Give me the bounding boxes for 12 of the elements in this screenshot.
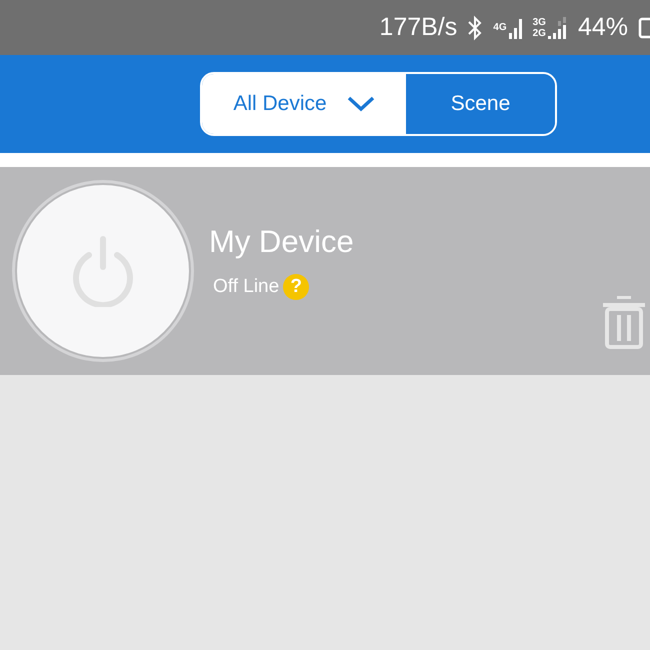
power-icon: [71, 235, 135, 307]
bluetooth-icon: [467, 14, 484, 40]
network-label: 4G: [493, 22, 507, 33]
network-speed: 177B/s: [379, 13, 458, 42]
device-status: Off Line: [213, 276, 280, 298]
network-label: 2G: [532, 28, 546, 38]
battery-level: 44%: [578, 13, 628, 42]
signal-icon: [548, 14, 568, 40]
tab[interactable]: All Device: [202, 74, 406, 134]
network-label: 3G: [532, 16, 546, 28]
trash-icon[interactable]: [602, 295, 646, 349]
device-name: My Device: [209, 224, 354, 260]
